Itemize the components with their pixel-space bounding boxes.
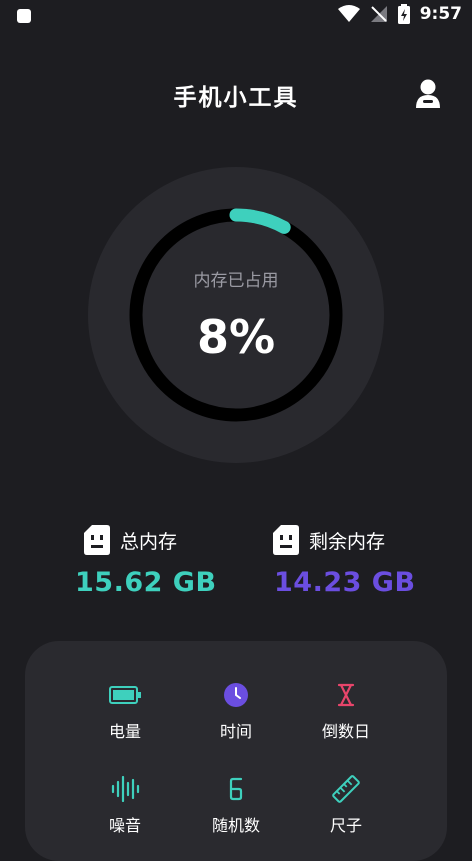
- wifi-icon: [337, 5, 360, 22]
- memory-used-percent: 8%: [196, 310, 276, 364]
- tool-time[interactable]: 时间: [186, 680, 286, 742]
- tool-random[interactable]: 随机数: [186, 774, 286, 836]
- memory-used-label: 内存已占用: [193, 271, 279, 291]
- app-header: 手机小工具: [0, 72, 472, 116]
- hourglass-icon: [337, 683, 355, 707]
- status-icons: 9:57: [337, 4, 462, 24]
- tools-panel: 电量 时间 倒数日 噪音 随机数 尺子: [25, 641, 447, 861]
- ruler-icon: [332, 775, 360, 803]
- free-memory-stat: 剩余内存: [273, 525, 453, 555]
- sd-card-icon: [273, 525, 299, 555]
- tool-time-label: 时间: [219, 722, 252, 741]
- user-icon: [416, 79, 440, 108]
- tool-battery-label: 电量: [108, 722, 141, 741]
- sound-wave-icon: [111, 776, 140, 802]
- tool-ruler[interactable]: 尺子: [296, 774, 396, 836]
- page-title: 手机小工具: [173, 85, 299, 111]
- profile-button[interactable]: [414, 78, 442, 110]
- app-notification-icon: [17, 9, 31, 23]
- memory-gauge: 内存已占用 8%: [88, 167, 384, 463]
- total-memory-value: 15.62 GB: [75, 567, 217, 598]
- battery-charging-icon: [397, 4, 410, 24]
- clock-icon: [224, 683, 248, 707]
- status-bar: 9:57: [0, 0, 472, 34]
- free-memory-value: 14.23 GB: [274, 567, 416, 598]
- total-memory-stat: 总内存: [84, 525, 264, 555]
- status-time: 9:57: [419, 4, 462, 24]
- sd-card-icon: [84, 525, 110, 555]
- tool-random-label: 随机数: [211, 816, 260, 835]
- free-memory-label: 剩余内存: [309, 530, 386, 553]
- battery-icon: [109, 686, 141, 704]
- tool-countdown-label: 倒数日: [321, 722, 370, 741]
- tool-ruler-label: 尺子: [329, 816, 362, 835]
- no-signal-icon: [370, 6, 387, 22]
- tool-noise[interactable]: 噪音: [75, 774, 175, 836]
- dice-number-icon: [229, 777, 243, 801]
- total-memory-label: 总内存: [120, 530, 178, 553]
- tool-battery[interactable]: 电量: [75, 680, 175, 742]
- tool-noise-label: 噪音: [108, 816, 141, 835]
- tool-countdown[interactable]: 倒数日: [296, 680, 396, 742]
